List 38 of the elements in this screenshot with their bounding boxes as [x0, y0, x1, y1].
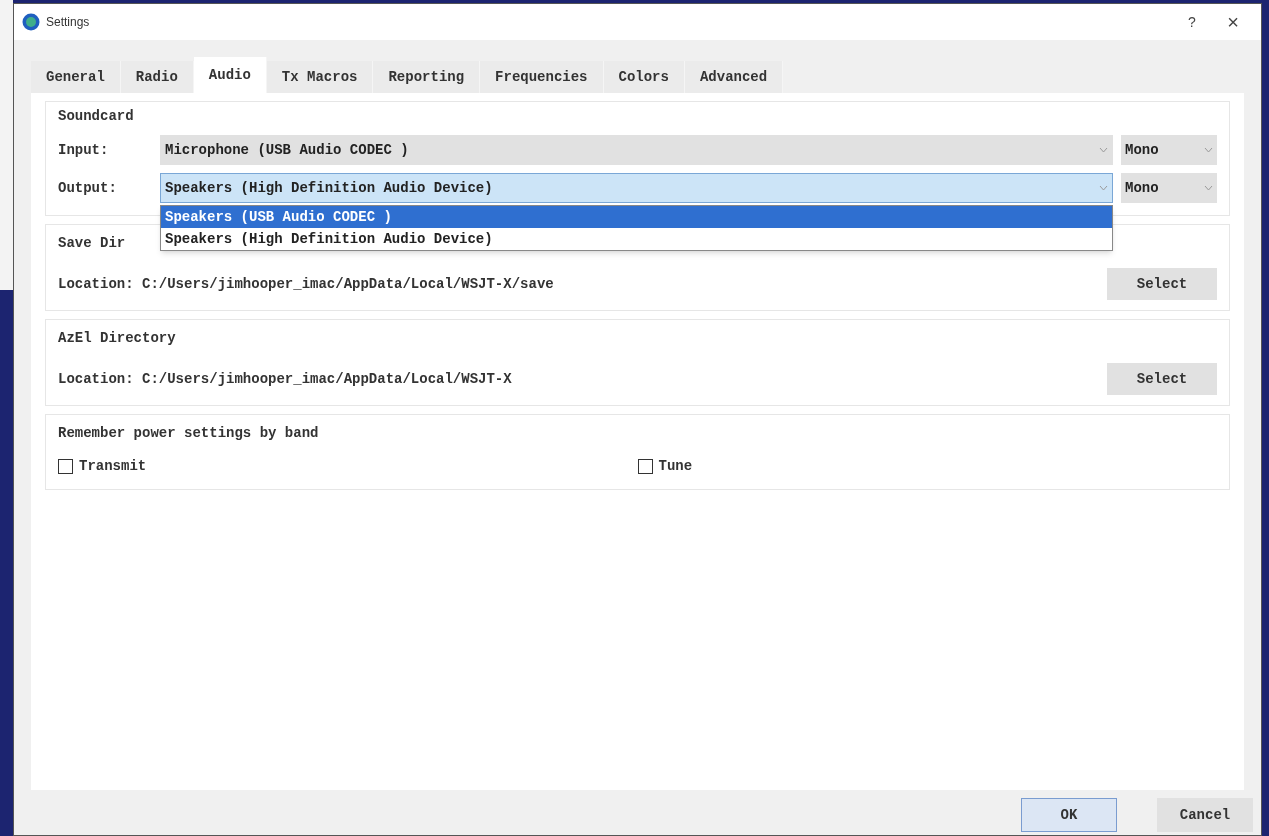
tab[interactable]: Advanced	[684, 61, 784, 93]
caret-icon	[1204, 147, 1213, 153]
caret-icon	[1204, 185, 1213, 191]
dialog-button[interactable]: OK	[1021, 798, 1117, 832]
tab[interactable]: Frequencies	[480, 61, 604, 93]
tab[interactable]: General	[31, 61, 121, 93]
dropdown-option[interactable]: Speakers (High Definition Audio Device)	[161, 228, 1112, 250]
app-logo-icon	[22, 13, 40, 31]
caret-icon	[1099, 147, 1108, 153]
device-dropdown[interactable]: Speakers (High Definition Audio Device)	[160, 173, 1113, 203]
group-title: Soundcard	[58, 107, 135, 126]
dialog-button[interactable]: Cancel	[1157, 798, 1253, 832]
tab[interactable]: Tx Macros	[266, 61, 374, 93]
help-button[interactable]: ?	[1177, 11, 1207, 33]
caret-icon	[1099, 185, 1108, 191]
field-label: Input:	[58, 140, 110, 160]
channel-dropdown[interactable]: Mono	[1121, 135, 1217, 165]
checkbox-label: Tune	[658, 457, 693, 476]
window-title: Settings	[46, 14, 91, 31]
select-button[interactable]: Select	[1107, 268, 1217, 300]
dropdown-option[interactable]: Speakers (USB Audio CODEC )	[161, 206, 1112, 228]
tab[interactable]: Reporting	[373, 61, 481, 93]
checkbox-label: Transmit	[79, 457, 147, 476]
device-dropdown[interactable]: Microphone (USB Audio CODEC )	[160, 135, 1113, 165]
location-text: Location: C:/Users/jimhooper_imac/AppData/Local/WSJT-X	[58, 369, 512, 389]
tab[interactable]: Colors	[603, 61, 685, 93]
checkbox[interactable]	[58, 459, 73, 474]
tab[interactable]: Audio	[193, 57, 267, 93]
select-button[interactable]: Select	[1107, 363, 1217, 395]
field-label: Output:	[58, 178, 118, 198]
close-button[interactable]: ×	[1213, 7, 1253, 37]
group-title: Remember power settings by band	[58, 424, 320, 443]
group-title: Save Dir	[58, 234, 126, 253]
tab[interactable]: Radio	[120, 61, 194, 93]
group-title: AzEl Directory	[58, 329, 176, 348]
channel-dropdown[interactable]: Mono	[1121, 173, 1217, 203]
checkbox[interactable]	[637, 459, 653, 474]
location-text: Location: C:/Users/jimhooper_imac/AppData/Local/WSJT-X/save	[58, 274, 554, 294]
